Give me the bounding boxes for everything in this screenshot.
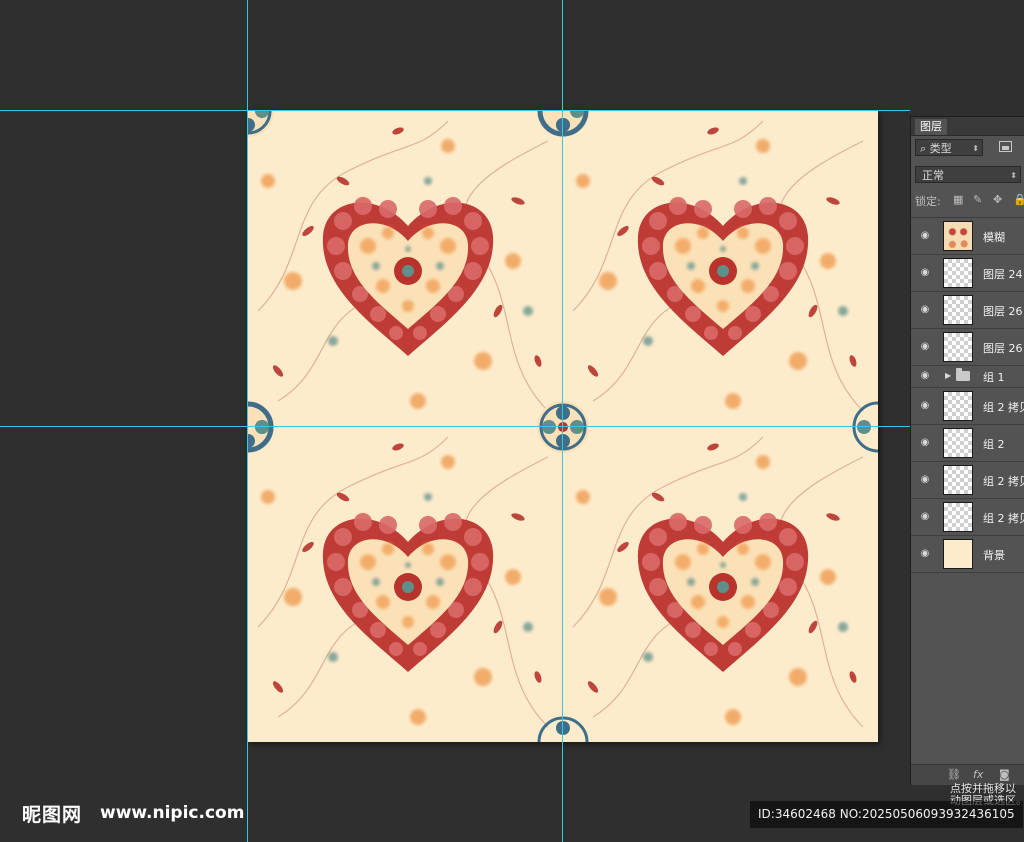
vertical-guide-center[interactable]	[562, 0, 563, 842]
layers-panel: 图层 ⌕ 类型 ⬍ 正常 ⬍ 锁定: ▦ ✎ ✥ 🔒 ◉ 模糊 ◉ 图层 24 …	[910, 116, 1024, 785]
folder-icon	[956, 368, 970, 381]
image-filter-icon[interactable]	[999, 141, 1012, 152]
layer-name: 图层 26	[983, 305, 1023, 318]
lock-all-icon[interactable]: 🔒	[1013, 193, 1024, 206]
layer-row[interactable]: ◉ 图层 26	[911, 292, 1024, 329]
layer-name: 组 2 拷贝	[983, 401, 1024, 414]
mask-icon[interactable]: ◙	[999, 768, 1010, 781]
disclosure-triangle-icon[interactable]: ▶	[945, 371, 951, 380]
layer-thumbnail	[943, 539, 973, 569]
layer-name: 模糊	[983, 231, 1005, 244]
horizontal-guide-top[interactable]	[0, 110, 910, 111]
layer-thumbnail	[943, 502, 973, 532]
layer-name: 背景	[983, 549, 1005, 562]
lock-brush-icon[interactable]: ✎	[973, 193, 982, 206]
layer-row[interactable]: ◉ 组 2 拷贝	[911, 388, 1024, 425]
layers-panel-tabbar: 图层	[911, 117, 1024, 136]
layer-name: 组 2 拷贝	[983, 512, 1024, 525]
watermark-url: www.nipic.com	[100, 803, 245, 823]
eye-icon[interactable]: ◉	[919, 267, 931, 279]
layer-row[interactable]: ◉ 图层 26	[911, 329, 1024, 366]
blend-mode-label: 正常	[922, 169, 944, 182]
lock-row: 锁定: ▦ ✎ ✥ 🔒	[915, 193, 1024, 209]
layers-panel-footer: ⛓ fx ◙	[911, 764, 1024, 785]
workspace-canvas[interactable]	[0, 0, 1024, 842]
eye-icon[interactable]: ◉	[919, 370, 931, 382]
search-icon: ⌕	[920, 142, 930, 155]
layer-row-background[interactable]: ◉ 背景	[911, 536, 1024, 573]
layer-group-row[interactable]: ◉ ▶ 组 1	[911, 366, 1024, 388]
eye-icon[interactable]: ◉	[919, 304, 931, 316]
watermark-id: ID:34602468 NO:20250506093932436105	[750, 801, 1023, 828]
filter-kind-label: 类型	[929, 142, 952, 155]
layer-row[interactable]: ◉ 组 2 拷贝	[911, 462, 1024, 499]
filter-kind-dropdown[interactable]: ⌕ 类型 ⬍	[915, 139, 983, 156]
blend-mode-dropdown[interactable]: 正常 ⬍	[915, 166, 1021, 183]
fx-icon[interactable]: fx	[973, 768, 983, 781]
layer-thumbnail	[943, 295, 973, 325]
link-icon[interactable]: ⛓	[947, 768, 961, 781]
eye-icon[interactable]: ◉	[919, 474, 931, 486]
layer-row[interactable]: ◉ 组 2	[911, 425, 1024, 462]
lock-move-icon[interactable]: ✥	[993, 193, 1002, 206]
layer-filter-row: ⌕ 类型 ⬍	[915, 139, 1024, 157]
eye-icon[interactable]: ◉	[919, 548, 931, 560]
layer-row[interactable]: ◉ 模糊	[911, 218, 1024, 255]
watermark-logo: 昵图网	[22, 804, 83, 826]
layer-thumbnail	[943, 332, 973, 362]
layer-row[interactable]: ◉ 图层 24	[911, 255, 1024, 292]
eye-icon[interactable]: ◉	[919, 230, 931, 242]
vertical-guide-left[interactable]	[247, 0, 248, 842]
layer-thumbnail	[943, 391, 973, 421]
layer-list: ◉ 模糊 ◉ 图层 24 ◉ 图层 26 ◉ 图层 26 ◉ ▶ 组 1 ◉ 组…	[911, 217, 1024, 573]
layer-name: 组 2 拷贝	[983, 475, 1024, 488]
layer-thumbnail	[943, 428, 973, 458]
layer-name: 图层 24	[983, 268, 1023, 281]
layers-tab[interactable]: 图层	[915, 119, 947, 135]
horizontal-guide-center[interactable]	[0, 426, 910, 427]
layer-thumbnail	[943, 221, 973, 251]
chevron-updown-icon: ⬍	[1010, 171, 1017, 180]
layer-name: 图层 26	[983, 342, 1023, 355]
layer-thumbnail	[943, 258, 973, 288]
eye-icon[interactable]: ◉	[919, 400, 931, 412]
lock-label: 锁定:	[915, 195, 941, 208]
eye-icon[interactable]: ◉	[919, 511, 931, 523]
layer-row[interactable]: ◉ 组 2 拷贝	[911, 499, 1024, 536]
chevron-updown-icon: ⬍	[972, 144, 979, 153]
layer-name: 组 1	[983, 371, 1005, 384]
eye-icon[interactable]: ◉	[919, 341, 931, 353]
lock-transparent-icon[interactable]: ▦	[953, 193, 963, 206]
layer-name: 组 2	[983, 438, 1005, 451]
eye-icon[interactable]: ◉	[919, 437, 931, 449]
layer-thumbnail	[943, 465, 973, 495]
